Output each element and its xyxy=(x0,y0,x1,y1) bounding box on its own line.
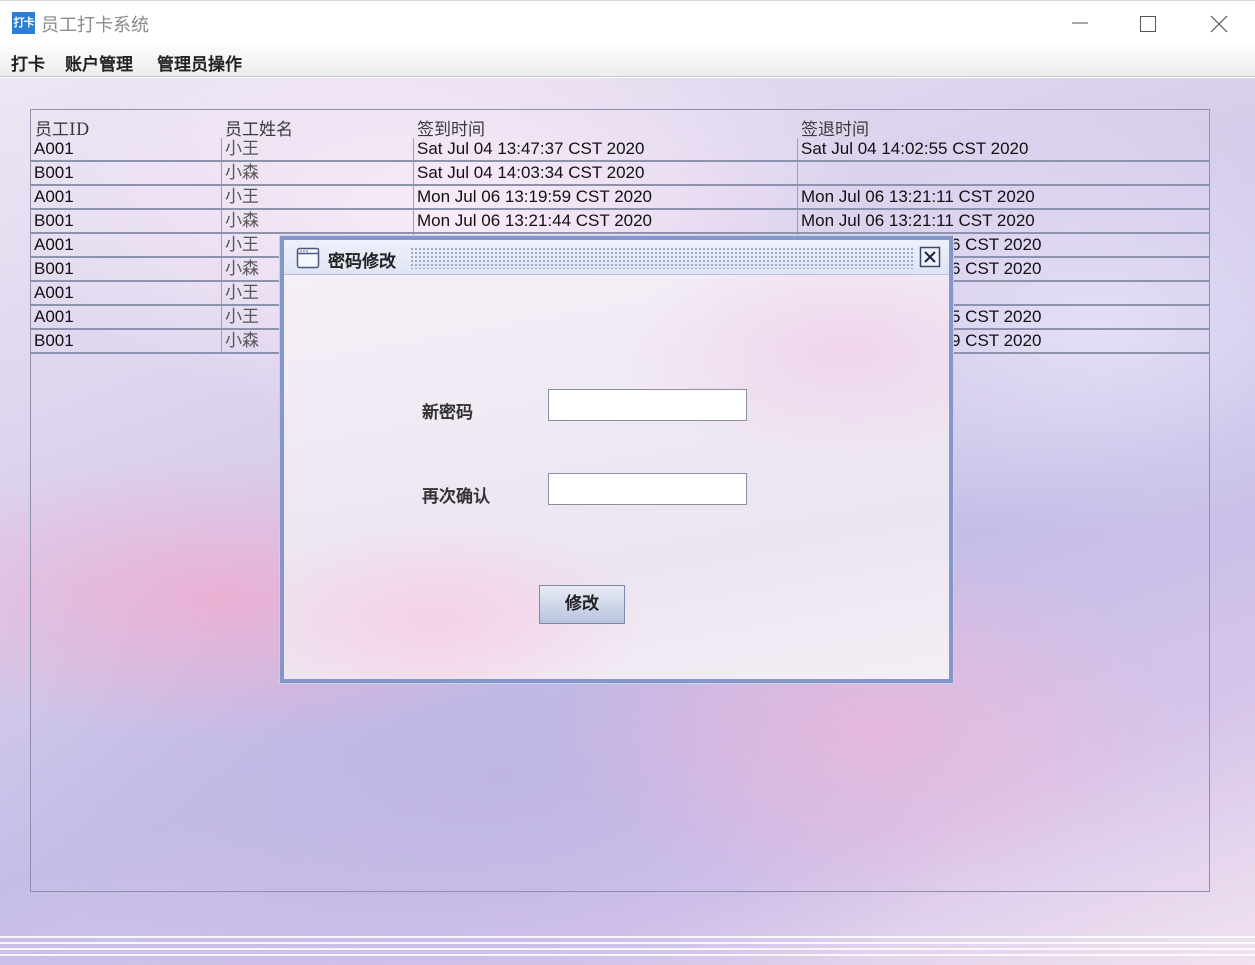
minimize-icon xyxy=(1072,22,1088,24)
window-title: 员工打卡系统 xyxy=(41,15,149,36)
cell-employee-name: 小王 xyxy=(221,186,413,208)
cell-employee-id: B001 xyxy=(34,259,74,278)
new-password-label: 新密码 xyxy=(422,403,473,423)
window-close-button[interactable] xyxy=(1199,9,1239,37)
cell-checkout-time: Mon Jul 06 13:21:11 CST 2020 xyxy=(797,186,1209,208)
confirm-password-input[interactable] xyxy=(548,473,747,505)
menu-item-admin-operations[interactable]: 管理员操作 xyxy=(157,50,242,75)
cell-checkin-time: Mon Jul 06 13:21:44 CST 2020 xyxy=(413,210,797,232)
cell-employee-id: A001 xyxy=(34,139,74,158)
cell-employee-id: A001 xyxy=(34,307,74,326)
dialog-title-bar[interactable]: 密码修改 xyxy=(284,240,949,275)
table-header: 员工ID 员工姓名 签到时间 签退时间 xyxy=(31,110,1209,140)
close-icon xyxy=(1210,15,1228,33)
confirm-password-label: 再次确认 xyxy=(422,487,490,507)
header-checkout-time[interactable]: 签退时间 xyxy=(801,115,869,140)
dialog-close-button[interactable] xyxy=(919,246,941,268)
table-row[interactable]: B001 小森 Sat Jul 04 14:03:34 CST 2020 xyxy=(31,162,1209,186)
cell-employee-name: 小森 xyxy=(221,162,413,184)
table-row[interactable]: A001 小王 Mon Jul 06 13:19:59 CST 2020 Mon… xyxy=(31,186,1209,210)
password-change-dialog: 密码修改 新密码 再次确认 修改 xyxy=(279,235,954,684)
cell-checkout-time xyxy=(797,162,1209,184)
table-row[interactable]: B001 小森 Mon Jul 06 13:21:44 CST 2020 Mon… xyxy=(31,210,1209,234)
dialog-title: 密码修改 xyxy=(328,252,396,272)
decorative-lines xyxy=(0,936,1255,956)
cell-employee-name: 小王 xyxy=(221,138,413,160)
cell-checkin-time: Sat Jul 04 13:47:37 CST 2020 xyxy=(413,138,797,160)
cell-employee-name: 小森 xyxy=(221,210,413,232)
modify-button[interactable]: 修改 xyxy=(539,585,625,624)
window-icon xyxy=(296,247,320,269)
app-icon: 打卡 xyxy=(12,12,35,34)
menu-item-account-management[interactable]: 账户管理 xyxy=(65,50,133,75)
minimize-button[interactable] xyxy=(1060,9,1100,37)
cell-employee-id: B001 xyxy=(34,211,74,230)
cell-employee-id: B001 xyxy=(34,163,74,182)
cell-employee-id: A001 xyxy=(34,187,74,206)
new-password-input[interactable] xyxy=(548,389,747,421)
header-checkin-time[interactable]: 签到时间 xyxy=(417,115,485,140)
cell-checkout-time: Mon Jul 06 13:21:11 CST 2020 xyxy=(797,210,1209,232)
header-employee-name[interactable]: 员工姓名 xyxy=(225,115,293,140)
window-title-bar: 打卡 员工打卡系统 xyxy=(0,0,1255,44)
cell-employee-id: A001 xyxy=(34,283,74,302)
cell-employee-id: B001 xyxy=(34,331,74,350)
cell-employee-id: A001 xyxy=(34,235,74,254)
header-employee-id[interactable]: 员工ID xyxy=(35,115,89,140)
table-row[interactable]: A001 小王 Sat Jul 04 13:47:37 CST 2020 Sat… xyxy=(31,138,1209,162)
title-bar-pattern xyxy=(410,247,915,269)
menu-bar: 打卡 账户管理 管理员操作 xyxy=(0,44,1255,77)
cell-checkout-time: Sat Jul 04 14:02:55 CST 2020 xyxy=(797,138,1209,160)
close-icon xyxy=(919,246,941,268)
cell-checkin-time: Mon Jul 06 13:19:59 CST 2020 xyxy=(413,186,797,208)
menu-item-punch[interactable]: 打卡 xyxy=(11,50,45,75)
cell-checkin-time: Sat Jul 04 14:03:34 CST 2020 xyxy=(413,162,797,184)
maximize-icon xyxy=(1140,16,1156,32)
maximize-button[interactable] xyxy=(1128,9,1168,37)
